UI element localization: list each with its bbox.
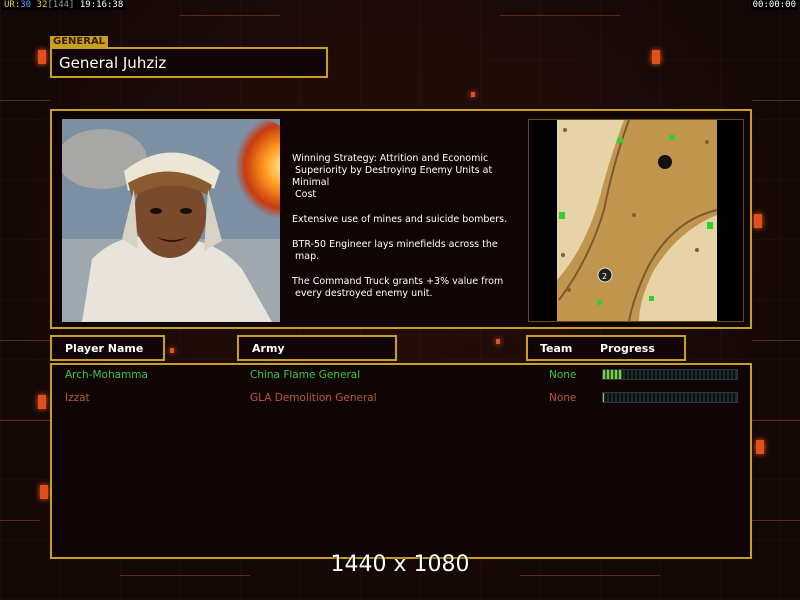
player-row: Izzat GLA Demolition General None <box>52 388 752 408</box>
column-header-team: Team <box>540 342 573 355</box>
player-team: None <box>549 369 577 381</box>
decor-light <box>170 348 174 353</box>
system-time: 19:16:38 <box>74 0 124 10</box>
strategy-line: Extensive use of mines and suicide bombe… <box>292 214 508 225</box>
decor-light <box>652 50 660 64</box>
decor-line <box>752 340 800 341</box>
decor-line <box>0 520 40 521</box>
player-name: Izzat <box>65 392 90 404</box>
status-bar: UR:30 32[144] 19:16:38 00:00:00 <box>0 0 800 12</box>
frame-count: [144] <box>47 0 75 10</box>
strategy-line: BTR-50 Engineer lays minefields across t… <box>292 239 498 262</box>
column-header-progress: Progress <box>600 342 655 355</box>
decor-line <box>500 15 620 16</box>
decor-line <box>180 15 280 16</box>
player-army: GLA Demolition General <box>250 392 377 404</box>
game-timer: 00:00:00 <box>750 0 798 10</box>
strategy-description: Winning Strategy: Attrition and Economic… <box>292 153 527 313</box>
map-preview: 2 <box>528 119 744 322</box>
general-name: General Juhziz <box>50 47 328 78</box>
strategy-line: Winning Strategy: Attrition and Economic… <box>292 153 493 200</box>
decor-line <box>752 100 800 101</box>
progress-fill <box>603 393 605 402</box>
column-header-team-progress: Team Progress <box>526 335 686 361</box>
column-header-army: Army <box>237 335 397 361</box>
progress-fill <box>603 370 622 379</box>
decor-line <box>0 420 50 421</box>
fps-value: 32 <box>31 0 48 10</box>
svg-text:2: 2 <box>602 272 607 281</box>
decor-line <box>0 340 50 341</box>
progress-bar <box>602 392 738 403</box>
decor-light <box>40 485 48 499</box>
decor-light <box>496 339 500 344</box>
decor-light <box>754 214 762 228</box>
strategy-line: The Command Truck grants +3% value from … <box>292 276 504 299</box>
resolution-label: 1440 x 1080 <box>330 552 470 577</box>
decor-light <box>38 50 46 64</box>
decor-line <box>752 420 800 421</box>
ur-value: 30 <box>20 0 32 10</box>
decor-light <box>471 92 475 97</box>
column-header-player-name: Player Name <box>50 335 165 361</box>
players-panel: Arch-Mohamma China Flame General None Iz… <box>50 363 752 559</box>
decor-line <box>0 100 50 101</box>
decor-light <box>38 395 46 409</box>
progress-bar <box>602 369 738 380</box>
player-name: Arch-Mohamma <box>65 369 148 381</box>
general-info-panel: Winning Strategy: Attrition and Economic… <box>50 109 752 329</box>
clock-readout: UR:30 32[144] 19:16:38 <box>2 0 126 10</box>
ur-label: UR: <box>4 0 21 10</box>
player-row: Arch-Mohamma China Flame General None <box>52 365 752 385</box>
portrait-image <box>62 119 280 322</box>
decor-light <box>756 440 764 454</box>
player-team: None <box>549 392 577 404</box>
player-army: China Flame General <box>250 369 361 381</box>
general-portrait <box>62 119 280 322</box>
minimap-image: 2 <box>529 120 743 321</box>
